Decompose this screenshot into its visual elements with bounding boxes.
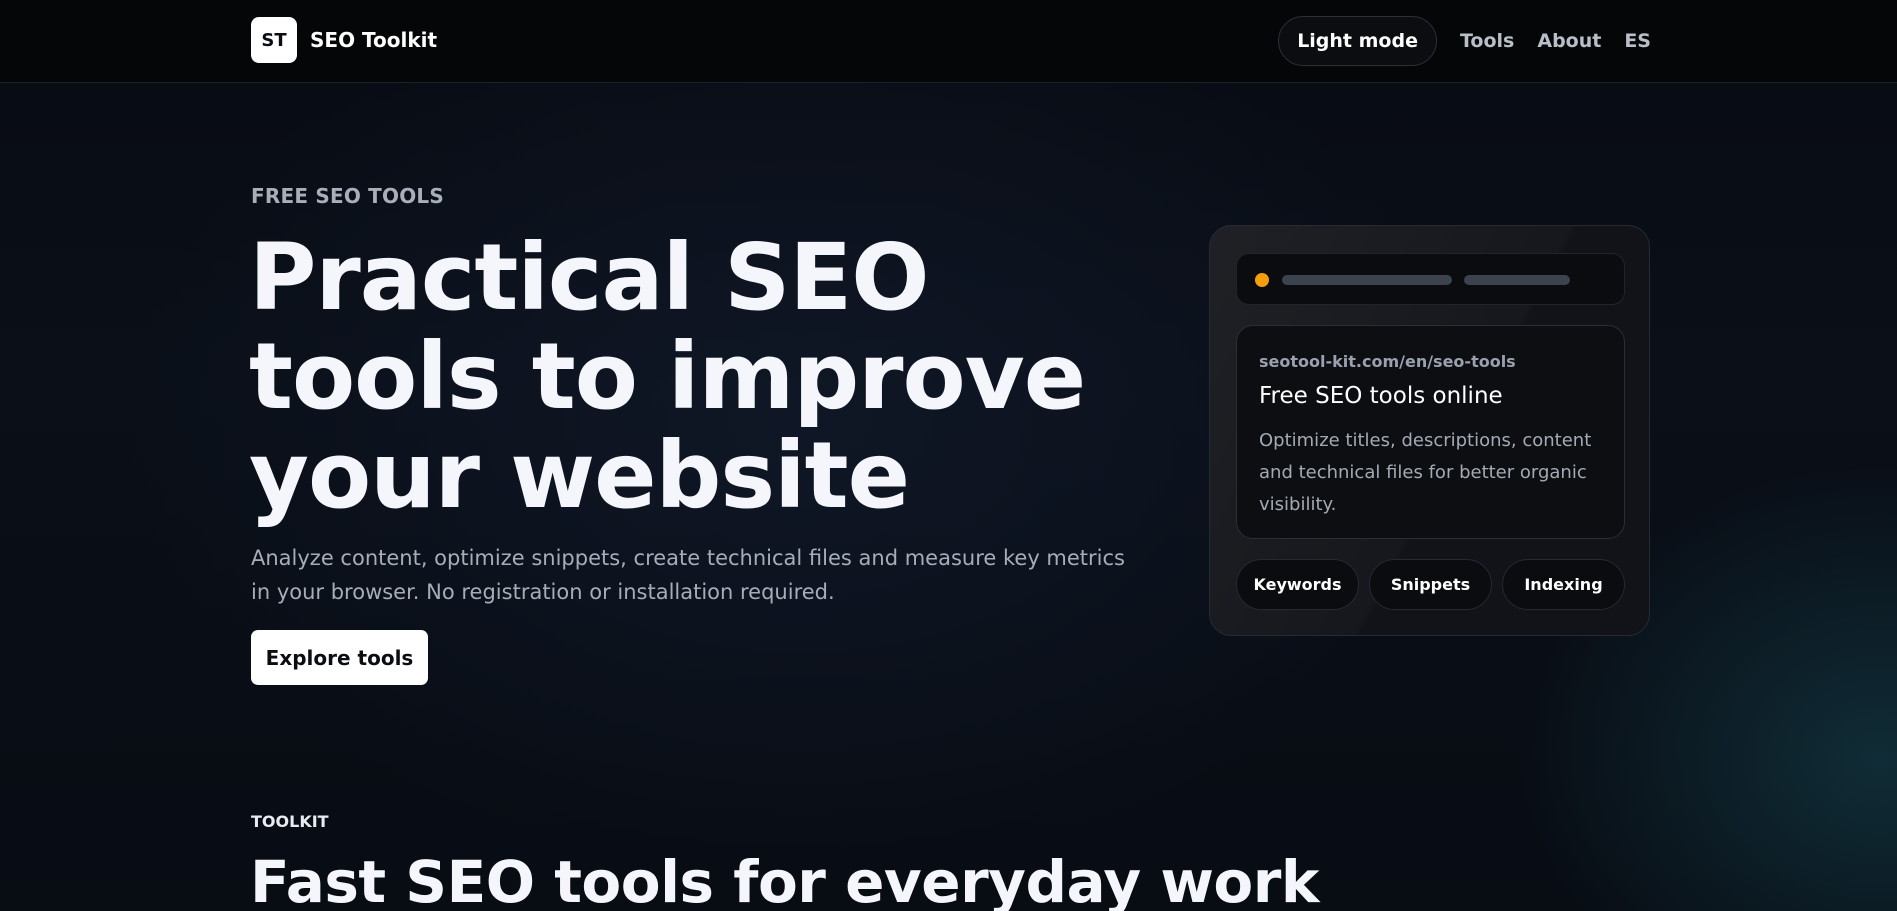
nav-link-tools[interactable]: Tools [1460,30,1514,52]
toolkit-title: Fast SEO tools for everyday work [250,848,1319,911]
top-nav-bar: ST SEO Toolkit Light mode Tools About ES [0,0,1897,83]
language-switch-es[interactable]: ES [1624,30,1651,52]
feature-chips: Keywords Snippets Indexing [1236,559,1635,610]
brand-name: SEO Toolkit [310,28,438,52]
serp-snippet-preview: seotool-kit.com/en/seo-tools Free SEO to… [1236,325,1625,539]
chip-snippets: Snippets [1369,559,1492,610]
brand-logo[interactable]: ST SEO Toolkit [251,17,437,63]
nav-link-about[interactable]: About [1537,30,1601,52]
hero-title: Practical SEO tools to improve your webs… [249,224,1086,529]
page: ST SEO Toolkit Light mode Tools About ES… [0,0,1897,911]
placeholder-line [1282,275,1452,285]
brand-badge: ST [251,17,297,63]
browser-bar-mock [1236,253,1625,305]
placeholder-line [1464,275,1570,285]
main-nav: Light mode Tools About ES [1278,16,1651,66]
snippet-description: Optimize titles, descriptions, content a… [1259,430,1592,515]
toolkit-eyebrow: TOOLKIT [251,812,329,831]
hero-eyebrow: FREE SEO TOOLS [251,184,444,208]
snippet-title: Free SEO tools online [1259,383,1503,409]
hero-subtitle: Analyze content, optimize snippets, crea… [251,546,1125,604]
search-preview-card: seotool-kit.com/en/seo-tools Free SEO to… [1209,225,1650,636]
status-dot [1255,273,1269,287]
light-mode-toggle-button[interactable]: Light mode [1278,16,1437,66]
explore-tools-button[interactable]: Explore tools [251,630,428,685]
chip-keywords: Keywords [1236,559,1359,610]
chip-indexing: Indexing [1502,559,1625,610]
snippet-url: seotool-kit.com/en/seo-tools [1259,352,1516,371]
